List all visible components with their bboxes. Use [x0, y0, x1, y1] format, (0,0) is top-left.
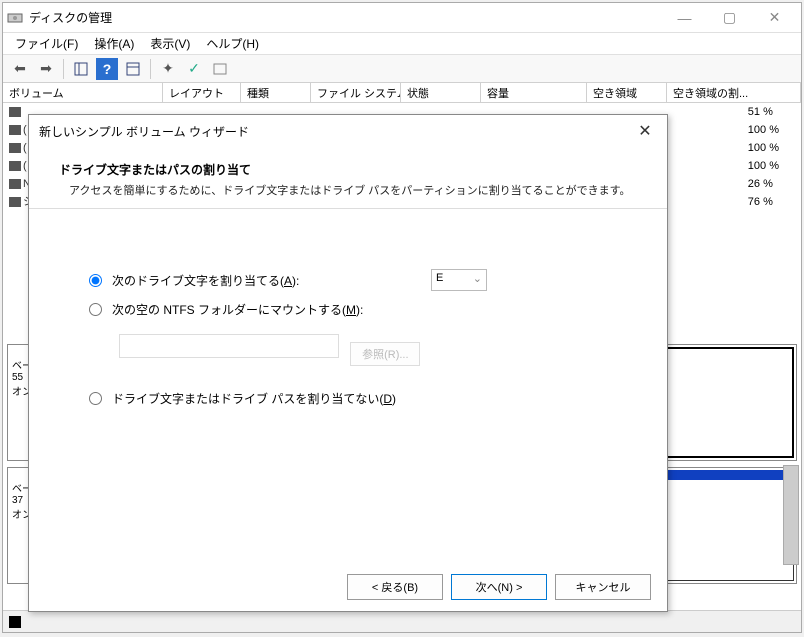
titlebar: ディスクの管理 — ▢ ✕	[3, 3, 801, 33]
menu-file[interactable]: ファイル(F)	[7, 33, 86, 54]
volume-icon	[9, 197, 21, 207]
divider	[29, 208, 667, 209]
radio-label: ドライブ文字またはドライブ パスを割り当てない(D)	[112, 390, 396, 407]
dialog-subtext: アクセスを簡単にするために、ドライブ文字またはドライブ パスをパーティションに割…	[69, 182, 637, 198]
separator	[150, 59, 151, 79]
separator	[63, 59, 64, 79]
wizard-dialog: 新しいシンプル ボリューム ウィザード ✕ ドライブ文字またはパスの割り当て ア…	[28, 114, 668, 612]
help-icon[interactable]: ?	[96, 58, 118, 80]
window-title: ディスクの管理	[29, 9, 662, 26]
radio-no-assign[interactable]: ドライブ文字またはドライブ パスを割り当てない(D)	[89, 390, 607, 407]
col-freepct[interactable]: 空き領域の割...	[667, 83, 801, 102]
dialog-buttons: < 戻る(B) 次へ(N) > キャンセル	[29, 563, 667, 611]
menu-view[interactable]: 表示(V)	[142, 33, 198, 54]
pct-cell: 26 %	[748, 175, 779, 193]
properties-icon[interactable]	[209, 58, 231, 80]
statusbar	[3, 610, 801, 632]
pct-cell: 100 %	[748, 157, 779, 175]
pct-cell: 100 %	[748, 121, 779, 139]
drive-letter-select[interactable]: E	[431, 269, 487, 291]
toolbar: ⬅ ➡ ? ✦ ✓	[3, 55, 801, 83]
maximize-button[interactable]: ▢	[707, 4, 752, 32]
list-icon[interactable]	[122, 58, 144, 80]
radio-label: 次のドライブ文字を割り当てる(A):	[112, 272, 299, 289]
radio-no-assign-input[interactable]	[89, 392, 102, 405]
pct-cell: 51 %	[748, 103, 779, 121]
column-headers: ボリューム レイアウト 種類 ファイル システム 状態 容量 空き領域 空き領域…	[3, 83, 801, 103]
action-icon[interactable]: ✦	[157, 58, 179, 80]
dialog-heading: ドライブ文字またはパスの割り当て	[59, 161, 637, 178]
radio-mount-folder[interactable]: 次の空の NTFS フォルダーにマウントする(M):	[89, 301, 607, 318]
menu-help[interactable]: ヘルプ(H)	[198, 33, 267, 54]
volume-icon	[9, 161, 21, 171]
minimize-button[interactable]: —	[662, 4, 707, 32]
col-type[interactable]: 種類	[241, 83, 311, 102]
disk-management-icon	[7, 10, 23, 26]
radio-assign-letter[interactable]: 次のドライブ文字を割り当てる(A): E	[89, 269, 607, 291]
next-button[interactable]: 次へ(N) >	[451, 574, 547, 600]
menubar: ファイル(F) 操作(A) 表示(V) ヘルプ(H)	[3, 33, 801, 55]
col-status[interactable]: 状態	[401, 83, 481, 102]
dialog-close-icon[interactable]: ✕	[633, 121, 657, 141]
mount-path-input[interactable]	[119, 334, 339, 358]
volume-icon	[9, 179, 21, 189]
radio-assign-letter-input[interactable]	[89, 274, 102, 287]
volume-icon	[9, 125, 21, 135]
panel-icon[interactable]	[70, 58, 92, 80]
dialog-title: 新しいシンプル ボリューム ウィザード	[39, 123, 633, 140]
radio-mount-folder-input[interactable]	[89, 303, 102, 316]
col-capacity[interactable]: 容量	[481, 83, 587, 102]
pct-cell: 100 %	[748, 139, 779, 157]
col-volume[interactable]: ボリューム	[3, 83, 163, 102]
col-fs[interactable]: ファイル システム	[311, 83, 401, 102]
col-free[interactable]: 空き領域	[587, 83, 667, 102]
back-button[interactable]: < 戻る(B)	[347, 574, 443, 600]
check-icon[interactable]: ✓	[183, 58, 205, 80]
cancel-button[interactable]: キャンセル	[555, 574, 651, 600]
legend-swatch	[9, 616, 21, 628]
browse-button[interactable]: 参照(R)...	[350, 342, 420, 366]
forward-icon[interactable]: ➡	[35, 58, 57, 80]
close-button[interactable]: ✕	[752, 4, 797, 32]
menu-action[interactable]: 操作(A)	[86, 33, 142, 54]
volume-icon	[9, 107, 21, 117]
col-layout[interactable]: レイアウト	[163, 83, 241, 102]
back-icon[interactable]: ⬅	[9, 58, 31, 80]
volume-icon	[9, 143, 21, 153]
dialog-titlebar: 新しいシンプル ボリューム ウィザード ✕	[29, 115, 667, 147]
pct-cell: 76 %	[748, 193, 779, 211]
scrollbar[interactable]	[783, 465, 799, 565]
radio-label: 次の空の NTFS フォルダーにマウントする(M):	[112, 301, 363, 318]
dialog-body: ドライブ文字またはパスの割り当て アクセスを簡単にするために、ドライブ文字または…	[29, 147, 667, 563]
window-controls: — ▢ ✕	[662, 4, 797, 32]
